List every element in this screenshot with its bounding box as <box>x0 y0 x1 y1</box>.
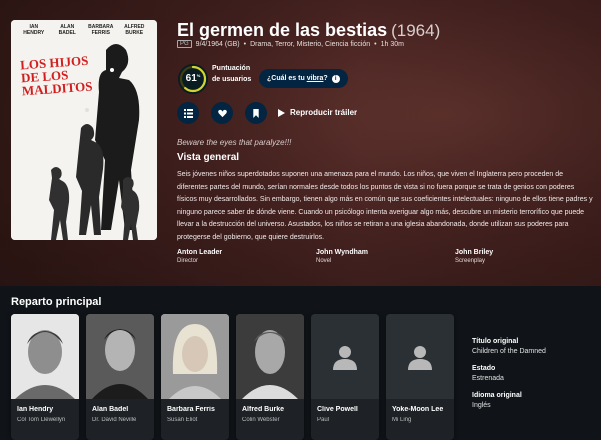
crew-member: John Wyndham Novel <box>316 249 455 264</box>
crew-role: Director <box>177 258 199 264</box>
person-icon <box>408 345 432 370</box>
crew-name[interactable]: John Wyndham <box>316 249 455 256</box>
add-to-list-button[interactable] <box>177 102 199 124</box>
fact-label: Idioma original <box>472 392 522 399</box>
heart-icon <box>217 109 227 117</box>
crew-member: Anton Leader Director <box>177 249 316 264</box>
certification-badge: PG <box>177 40 192 48</box>
facts-sidebar: Título original Children of the Damned E… <box>472 338 546 419</box>
genres[interactable]: Drama, Terror, Misterio, Ciencia ficción <box>250 41 370 48</box>
cast-card[interactable]: Ian Hendry Col Tom Llewellyn <box>11 314 79 440</box>
vibe-link: vibra <box>306 75 324 82</box>
play-trailer-button[interactable]: Reproducir tráiler <box>278 108 357 117</box>
actor-photo-image <box>86 314 154 399</box>
crew-role: Screenplay <box>455 258 486 264</box>
character-name: Mi Ling <box>392 417 412 423</box>
cast-card[interactable]: Alan Badel Dr. David Neville <box>86 314 154 440</box>
actor-photo[interactable] <box>86 314 154 399</box>
score-percent: % <box>196 73 201 78</box>
crew-list: Anton Leader Director John Wyndham Novel… <box>177 249 594 264</box>
play-icon <box>278 108 285 117</box>
fact-value: Inglés <box>472 402 491 409</box>
cast-card[interactable]: Barbara Ferris Susan Eliot <box>161 314 229 440</box>
favorite-button[interactable] <box>211 102 233 124</box>
vibe-button[interactable]: ¿Cuál es tu vibra? i <box>259 69 348 88</box>
vibe-text: ¿Cuál es tu vibra? <box>267 75 328 82</box>
movie-title[interactable]: El germen de las bestias <box>177 20 387 40</box>
actor-photo[interactable] <box>11 314 79 399</box>
actor-name[interactable]: Alfred Burke <box>242 406 302 413</box>
list-icon <box>183 108 193 118</box>
poster-credits: IAN HENDRY ALAN BADEL BARBARA FERRIS ALF… <box>11 24 157 36</box>
movie-year: (1964) <box>391 21 441 40</box>
actor-photo-image <box>161 314 229 399</box>
fact-value: Estrenada <box>472 375 504 382</box>
poster-credit: IAN HENDRY <box>23 24 45 36</box>
actor-photo-image <box>236 314 304 399</box>
vibe-suffix: ? <box>323 75 328 82</box>
overview-heading: Vista general <box>177 152 240 163</box>
crew-member: John Briley Screenplay <box>455 249 594 264</box>
actor-name[interactable]: Barbara Ferris <box>167 406 227 413</box>
vibe-prefix: ¿Cuál es tu <box>267 75 307 82</box>
cast-list: Ian Hendry Col Tom Llewellyn Alan Badel … <box>11 314 454 440</box>
cast-heading: Reparto principal <box>11 296 102 308</box>
fact-value: Children of the Damned <box>472 348 546 355</box>
overview-text: Seis jóvenes niños superdotados suponen … <box>177 171 593 241</box>
movie-poster[interactable]: IAN HENDRY ALAN BADEL BARBARA FERRIS ALF… <box>11 20 157 240</box>
separator-dot: • <box>374 40 377 48</box>
score-number: 61 <box>185 73 197 84</box>
fact-label: Título original <box>472 338 519 345</box>
actor-photo-placeholder[interactable] <box>311 314 379 399</box>
character-name: Paul <box>317 417 330 423</box>
actor-photo-placeholder[interactable] <box>386 314 454 399</box>
separator-dot: • <box>243 40 247 48</box>
cast-card[interactable]: Alfred Burke Colin Webster <box>236 314 304 440</box>
actor-name[interactable]: Yoke-Moon Lee <box>392 406 452 413</box>
character-name: Susan Eliot <box>167 417 198 423</box>
actor-photo[interactable] <box>161 314 229 399</box>
poster-credit: ALFRED BURKE <box>124 24 145 36</box>
poster-credit: BARBARA FERRIS <box>88 24 114 36</box>
movie-facts: PG 9/4/1964 (GB) • Drama, Terror, Mister… <box>177 40 404 48</box>
action-buttons <box>177 102 267 124</box>
user-score-chart[interactable]: 61% <box>178 64 208 94</box>
actor-name[interactable]: Alan Badel <box>92 406 152 413</box>
fact-item: Idioma original Inglés <box>472 392 546 409</box>
watchlist-button[interactable] <box>245 102 267 124</box>
runtime: 1h 30m <box>380 40 404 48</box>
score-value: 61% <box>178 73 208 84</box>
actor-name[interactable]: Ian Hendry <box>17 406 77 413</box>
poster-title: LOS HIJOS DE LOS MALDITOS <box>19 52 93 99</box>
score-label: Puntuación de usuarios <box>212 65 252 83</box>
poster-credit: ALAN BADEL <box>58 24 76 36</box>
actor-name[interactable]: Clive Powell <box>317 406 377 413</box>
actor-photo[interactable] <box>236 314 304 399</box>
character-name: Col Tom Llewellyn <box>17 417 66 423</box>
character-name: Colin Webster <box>242 417 280 423</box>
tagline: Beware the eyes that paralyze!!! <box>177 138 292 147</box>
actor-photo-image <box>11 314 79 399</box>
release-date: 9/4/1964 (GB) <box>195 40 240 48</box>
crew-role: Novel <box>316 258 332 264</box>
fact-item: Título original Children of the Damned <box>472 338 546 355</box>
hero-section: IAN HENDRY ALAN BADEL BARBARA FERRIS ALF… <box>0 0 601 286</box>
fact-item: Estado Estrenada <box>472 365 546 382</box>
bookmark-icon <box>253 108 259 118</box>
character-name: Dr. David Neville <box>92 417 137 423</box>
trailer-label: Reproducir tráiler <box>290 108 358 117</box>
cast-card[interactable]: Clive Powell Paul <box>311 314 379 440</box>
crew-name[interactable]: John Briley <box>455 249 594 256</box>
cast-card[interactable]: Yoke-Moon Lee Mi Ling <box>386 314 454 440</box>
person-icon <box>333 345 357 370</box>
crew-name[interactable]: Anton Leader <box>177 249 316 256</box>
info-icon: i <box>331 74 340 83</box>
movie-title-row: El germen de las bestias (1964) <box>177 20 440 41</box>
fact-label: Estado <box>472 365 496 372</box>
